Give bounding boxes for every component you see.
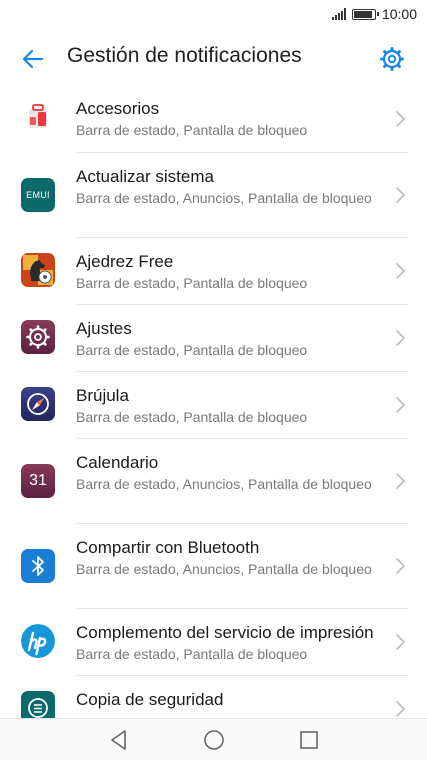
app-notification-summary: Barra de estado, Pantalla de bloqueo [76,409,308,425]
list-item-accesorios[interactable]: Accesorios Barra de estado, Pantalla de … [0,90,427,153]
system-nav-bar [0,718,427,760]
arrow-left-icon [22,49,44,69]
app-name: Copia de seguridad [76,690,224,709]
app-notification-summary: Barra de estado, Anuncios, Pantalla de b… [76,561,372,577]
chevron-right-icon [396,187,405,203]
nav-recents-button[interactable] [297,728,321,752]
settings-app-icon [21,320,55,354]
app-header: Gestión de notificaciones [0,30,427,90]
compass-icon [21,387,55,421]
nav-home-icon [204,730,224,750]
settings-button[interactable] [375,42,409,76]
app-notification-summary: Barra de estado, Pantalla de bloqueo [76,342,308,358]
chevron-right-icon [396,634,405,650]
calendar-icon: 31 [21,464,55,498]
app-notification-summary: Barra de estado, Pantalla de bloqueo [76,275,308,291]
nav-home-button[interactable] [202,728,226,752]
app-notification-summary: Barra de estado, Anuncios, Pantalla de b… [76,476,372,492]
chevron-right-icon [396,263,405,279]
app-name: Brújula [76,386,129,405]
nav-back-icon [111,730,126,750]
app-notification-summary: Barra de estado, Pantalla de bloqueo [76,646,308,662]
backup-icon [21,691,55,718]
app-name: Ajustes [76,319,132,338]
hp-print-icon [21,624,55,658]
page-title: Gestión de notificaciones [67,44,302,67]
status-bar: 10:00 [0,0,427,30]
app-name: Ajedrez Free [76,252,174,271]
chevron-right-icon [396,701,405,717]
list-item-ajedrez-free[interactable]: Ajedrez Free Barra de estado, Pantalla d… [0,238,427,305]
bluetooth-icon [21,549,55,583]
emui-update-icon: EMUI [21,178,55,212]
chevron-right-icon [396,473,405,489]
chevron-right-icon [396,397,405,413]
back-button[interactable] [16,42,50,76]
app-name: Compartir con Bluetooth [76,538,260,557]
app-notification-list: Accesorios Barra de estado, Pantalla de … [0,90,427,718]
status-time: 10:00 [381,6,417,22]
chevron-right-icon [396,558,405,574]
chevron-right-icon [396,111,405,127]
accessories-icon [21,100,55,134]
battery-icon [351,8,379,20]
app-name: Complemento del servicio de impresión [76,623,374,642]
list-item-calendario[interactable]: 31 Calendario Barra de estado, Anuncios,… [0,439,427,524]
chevron-right-icon [396,330,405,346]
gear-icon [380,47,404,71]
app-name: Accesorios [76,99,160,118]
app-notification-summary: Barra de estado, Pantalla de bloqueo [76,122,308,138]
signal-icon [331,8,346,20]
list-item-complemento-impresion[interactable]: Complemento del servicio de impresión Ba… [0,609,427,676]
nav-back-button[interactable] [107,728,131,752]
list-item-actualizar-sistema[interactable]: EMUI Actualizar sistema Barra de estado,… [0,153,427,238]
list-item-compartir-bluetooth[interactable]: Compartir con Bluetooth Barra de estado,… [0,524,427,609]
list-item-copia-seguridad[interactable]: Copia de seguridad [0,676,427,718]
list-item-brujula[interactable]: Brújula Barra de estado, Pantalla de blo… [0,372,427,439]
app-name: Actualizar sistema [76,167,214,186]
list-item-ajustes[interactable]: Ajustes Barra de estado, Pantalla de blo… [0,305,427,372]
chess-icon [21,253,55,287]
app-notification-summary: Barra de estado, Anuncios, Pantalla de b… [76,190,372,206]
nav-recents-icon [300,731,318,749]
app-name: Calendario [76,453,159,472]
